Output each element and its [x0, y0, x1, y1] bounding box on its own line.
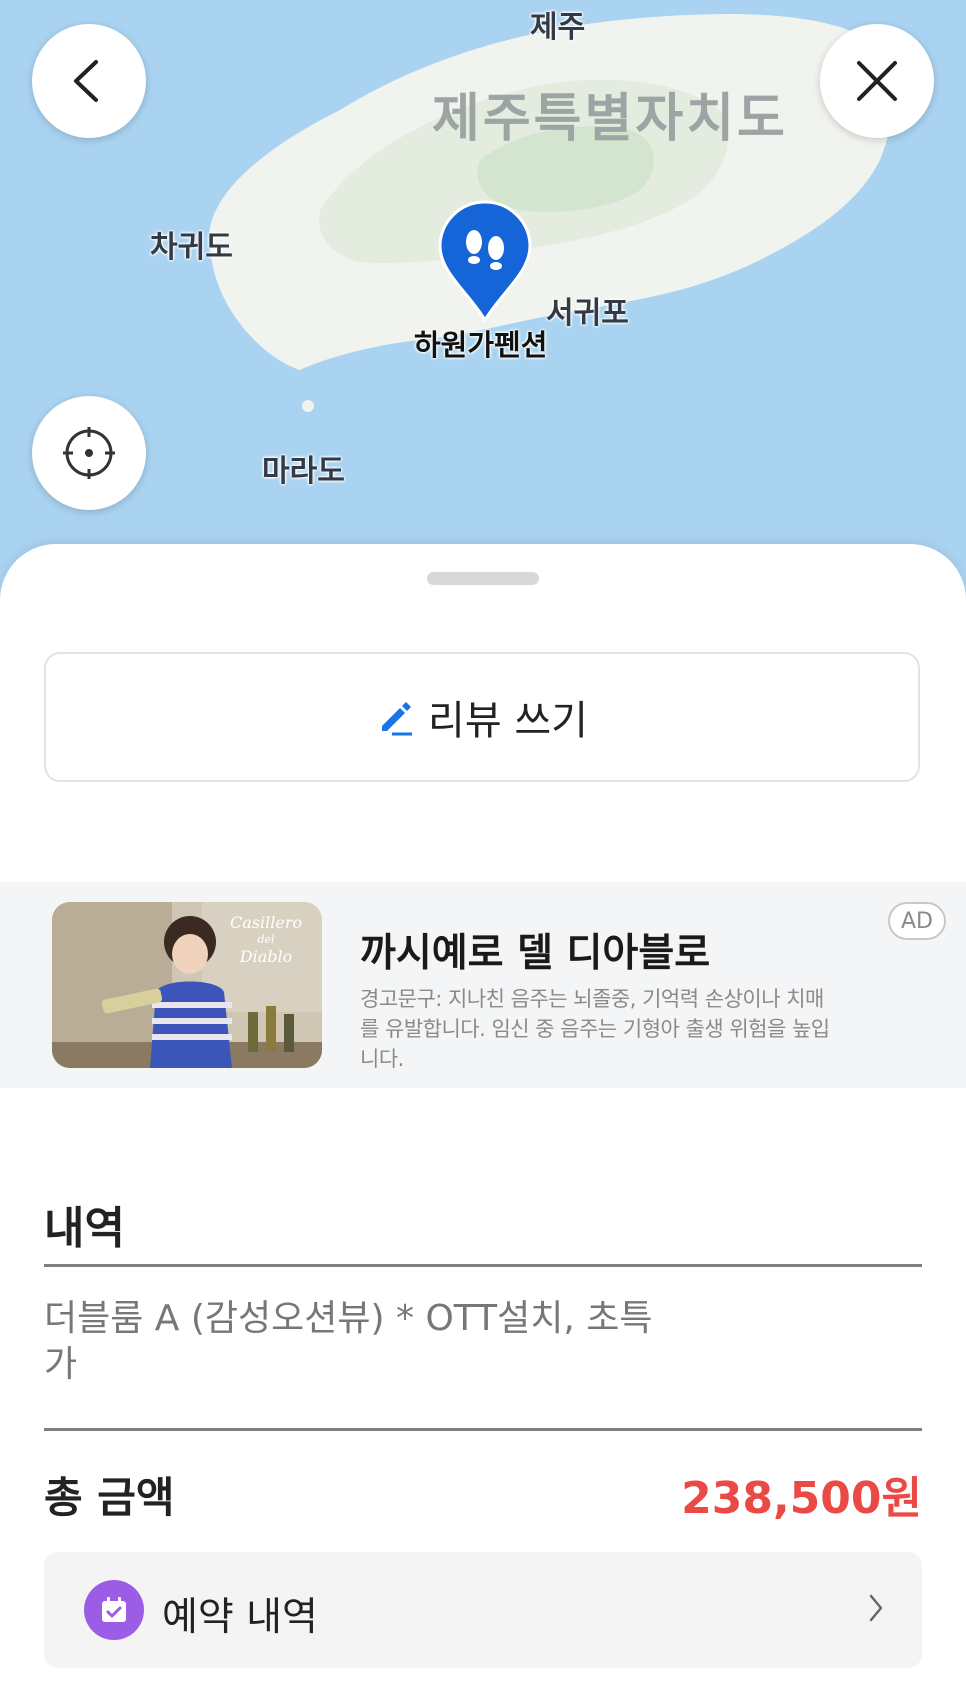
close-icon: [857, 61, 897, 101]
ad-title[interactable]: 까시예로 델 디아블로: [360, 922, 710, 978]
sheet-drag-handle[interactable]: [427, 572, 539, 585]
ad-badge[interactable]: AD: [888, 902, 946, 940]
write-review-button[interactable]: 리뷰 쓰기: [44, 652, 920, 782]
pencil-icon: [382, 702, 413, 736]
ad-image-brand-3: Diablo: [239, 947, 293, 966]
map-label-chagwido: 차귀도: [150, 230, 233, 265]
divider: [44, 1428, 922, 1431]
map-label-seogwipo: 서귀포: [546, 296, 629, 331]
crosshair-icon: [63, 427, 115, 479]
details-title: 내역: [44, 1203, 125, 1254]
ad-image[interactable]: Casillero del Diablo: [52, 902, 322, 1068]
bottom-sheet[interactable]: 리뷰 쓰기 Casillero del Diablo 까시예로 델 디아블로 경…: [0, 544, 966, 1691]
scrolled-text-fragment: [44, 596, 924, 610]
chevron-right-icon: [869, 1594, 883, 1622]
total-label: 총 금액: [44, 1473, 175, 1522]
total-amount: 238,500원: [681, 1473, 922, 1524]
close-button[interactable]: [820, 24, 934, 138]
ad-banner[interactable]: Casillero del Diablo 까시예로 델 디아블로 경고문구: 지…: [0, 882, 966, 1088]
ad-warning-text: 경고문구: 지나친 음주는 뇌졸중, 기억력 손상이나 치매를 유발합니다. 임…: [360, 987, 830, 1071]
map-label-marado: 마라도: [262, 454, 345, 489]
map-label-jeju: 제주: [530, 10, 586, 45]
back-button[interactable]: [32, 24, 146, 138]
booking-history-label: 예약 내역: [162, 1595, 318, 1640]
booking-history-button[interactable]: 예약 내역: [44, 1552, 922, 1668]
divider: [44, 1264, 922, 1267]
calendar-check-icon: [84, 1580, 144, 1640]
current-location-button[interactable]: [32, 396, 146, 510]
ad-image-brand-1: Casillero: [230, 913, 303, 932]
pin-place-label: 하원가펜션: [414, 328, 548, 362]
write-review-label: 리뷰 쓰기: [428, 698, 588, 744]
chevron-left-icon: [74, 60, 98, 102]
room-name: 더블룸 A (감성오션뷰) * OTT설치, 초특가: [44, 1298, 653, 1385]
map-view[interactable]: 제주 제주특별자치도 차귀도 서귀포 마라도 하원가펜션: [0, 0, 966, 600]
map-label-province: 제주특별자치도: [432, 89, 788, 149]
location-pin[interactable]: [438, 200, 532, 323]
ad-image-brand-2: del: [257, 933, 275, 946]
